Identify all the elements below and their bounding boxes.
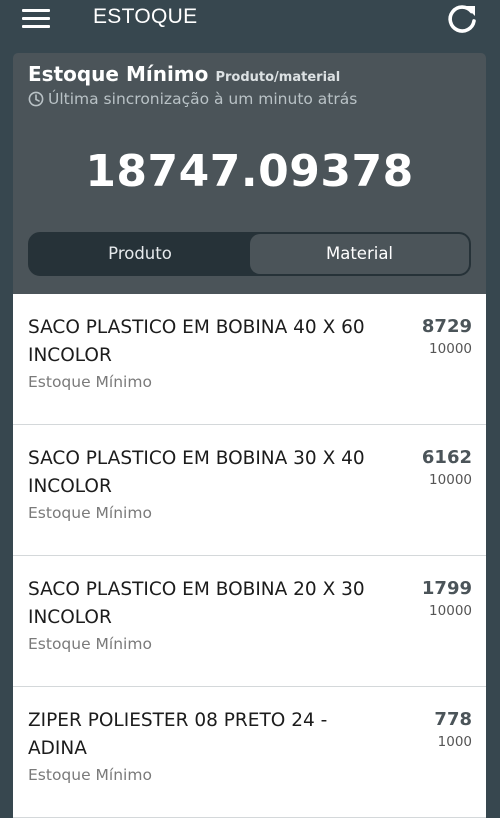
item-quantity: 6162 — [421, 447, 472, 468]
toggle-produto[interactable]: Produto — [30, 234, 250, 274]
list-item[interactable]: SACO PLASTICO EM BOBINA 40 X 60 INCOLOR … — [13, 294, 486, 425]
list-item[interactable]: ZIPER POLIESTER 08 PRETO 24 - ADINA Esto… — [13, 687, 486, 818]
list-item[interactable]: SACO PLASTICO EM BOBINA 30 X 40 INCOLOR … — [13, 425, 486, 556]
refresh-icon[interactable] — [445, 2, 479, 36]
item-name: SACO PLASTICO EM BOBINA 30 X 40 INCOLOR — [28, 448, 365, 497]
item-label: Estoque Mínimo — [28, 504, 152, 522]
item-minimum: 10000 — [429, 341, 472, 357]
item-label: Estoque Mínimo — [28, 635, 152, 653]
item-quantity: 1799 — [421, 578, 472, 599]
item-label: Estoque Mínimo — [28, 373, 152, 391]
item-minimum: 10000 — [429, 603, 472, 619]
summary-title: Estoque Mínimo — [28, 62, 209, 86]
item-quantity: 8729 — [421, 316, 472, 337]
summary-subtitle: Produto/material — [215, 70, 341, 85]
app-title: ESTOQUE — [93, 5, 198, 28]
hamburger-menu-icon[interactable] — [22, 7, 50, 29]
sync-status: Última sincronização à um minuto atrás — [28, 90, 357, 108]
item-quantity: 778 — [434, 709, 472, 730]
toggle-material[interactable]: Material — [250, 234, 469, 274]
app-bar: ESTOQUE — [0, 0, 500, 40]
summary-card: Estoque Mínimo Produto/material Última s… — [13, 53, 486, 294]
total-value: 18747.09378 — [85, 146, 414, 197]
stock-list: SACO PLASTICO EM BOBINA 40 X 60 INCOLOR … — [13, 294, 486, 818]
sync-text: Última sincronização à um minuto atrás — [48, 90, 358, 108]
item-label: Estoque Mínimo — [28, 766, 152, 784]
item-name: ZIPER POLIESTER 08 PRETO 24 - ADINA — [28, 710, 328, 759]
item-minimum: 1000 — [437, 734, 472, 750]
list-item[interactable]: SACO PLASTICO EM BOBINA 20 X 30 INCOLOR … — [13, 556, 486, 687]
clock-icon — [28, 91, 44, 107]
produto-material-toggle: Produto Material — [28, 232, 471, 276]
item-name: SACO PLASTICO EM BOBINA 40 X 60 INCOLOR — [28, 317, 365, 366]
item-name: SACO PLASTICO EM BOBINA 20 X 30 INCOLOR — [28, 579, 365, 628]
item-minimum: 10000 — [429, 472, 472, 488]
summary-title-row: Estoque Mínimo Produto/material — [28, 62, 340, 86]
